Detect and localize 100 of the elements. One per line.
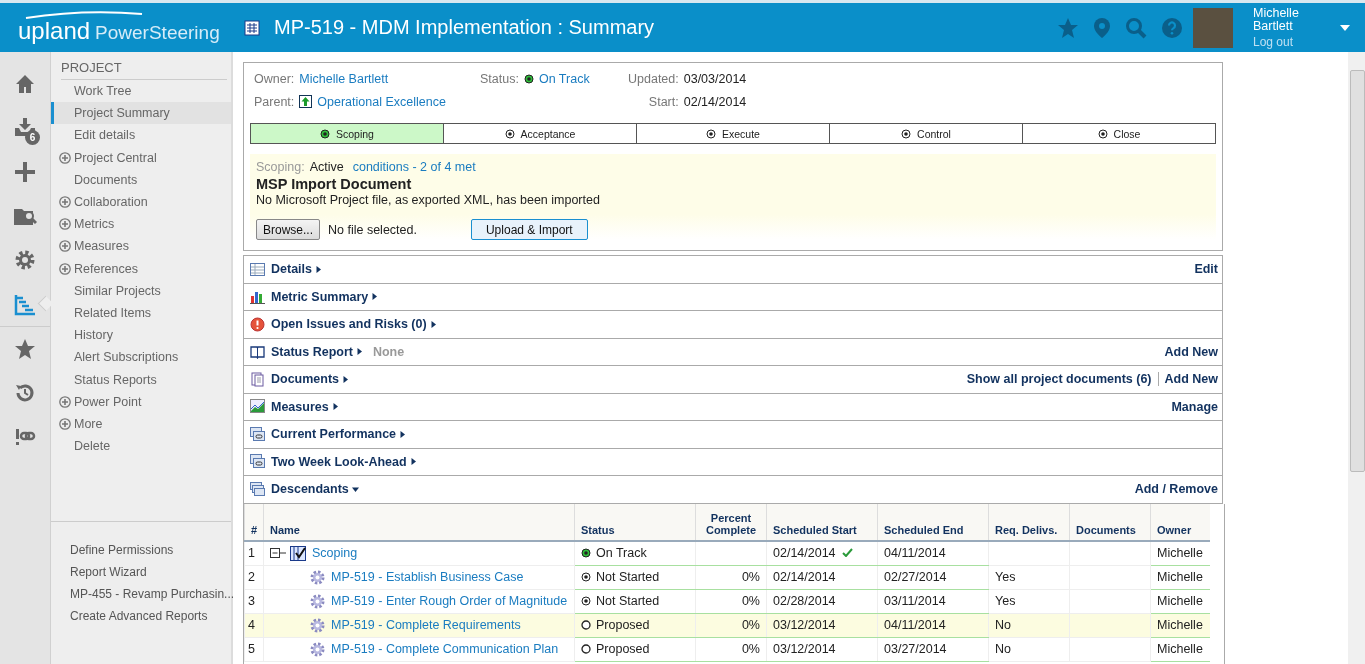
section-toggle[interactable]: Two Week Look-Ahead: [271, 454, 417, 469]
nav-item[interactable]: Status Reports: [51, 368, 231, 391]
nav-link[interactable]: Define Permissions: [70, 542, 231, 558]
nav-heading: PROJECT: [61, 58, 227, 80]
section-toggle[interactable]: Open Issues and Risks (0): [271, 317, 437, 332]
import-title: MSP Import Document: [256, 176, 413, 192]
nav-item[interactable]: Power Point: [51, 390, 231, 413]
table-row[interactable]: 2 MP-519 - Establish Business Case Not Started 0% 02/14/2014 02/27/2014 Yes Michelle: [244, 565, 1210, 589]
plus-icon[interactable]: [13, 160, 37, 184]
stacked-cards-icon: [250, 426, 265, 442]
table-row[interactable]: 4 MP-519 - Complete Requirements Proposed 0% 03/12/2014 04/11/2014 No Michelle: [244, 613, 1210, 637]
search-icon[interactable]: [1125, 16, 1147, 39]
nav-item[interactable]: More: [51, 412, 231, 435]
expand-plus-icon[interactable]: [59, 240, 71, 253]
item-link[interactable]: MP-519 - Complete Requirements: [331, 618, 521, 632]
nav-item[interactable]: Similar Projects: [51, 279, 231, 302]
expand-plus-icon[interactable]: [59, 196, 71, 209]
nav-item[interactable]: Documents: [51, 168, 231, 191]
column-header[interactable]: Status: [574, 503, 696, 541]
status-dot-icon: [523, 73, 534, 84]
caret-right-icon: [315, 265, 322, 273]
section-action-link[interactable]: Add New: [1157, 372, 1218, 387]
nav-item[interactable]: Alert Subscriptions: [51, 346, 231, 369]
tree-chart-icon[interactable]: [13, 292, 37, 316]
phase-tab[interactable]: Scoping: [251, 124, 443, 143]
section-action-link[interactable]: Edit: [1194, 262, 1218, 277]
column-header[interactable]: Name: [263, 503, 575, 541]
section-toggle[interactable]: Measures: [271, 399, 339, 414]
item-link[interactable]: MP-519 - Complete Communication Plan: [331, 642, 559, 656]
upload-button[interactable]: Upload & Import: [470, 219, 588, 240]
section-toggle[interactable]: Descendants: [271, 482, 359, 497]
line-chart-icon: [250, 399, 265, 415]
nav-item[interactable]: Delete: [51, 435, 231, 458]
conditions-link[interactable]: conditions - 2 of 4 met: [352, 160, 476, 174]
expand-plus-icon[interactable]: [59, 151, 71, 164]
column-header[interactable]: Scheduled Start: [766, 503, 878, 541]
nav-item[interactable]: Work Tree: [51, 80, 231, 103]
star-icon[interactable]: [13, 337, 37, 361]
table-row[interactable]: 1 Scoping On Track 02/14/2014 04/11/2014 Michelle: [244, 540, 1210, 565]
gear-icon: [310, 593, 325, 609]
table-row[interactable]: 3 MP-519 - Enter Rough Order of Magnitude Not Started 0% 02/28/2014 03/11/2014 Yes Michelle: [244, 589, 1210, 613]
column-header[interactable]: #: [244, 503, 264, 541]
scrollbar[interactable]: [1348, 52, 1365, 664]
nav-item[interactable]: Measures: [51, 235, 231, 258]
expand-plus-icon[interactable]: [59, 395, 71, 408]
nav-item[interactable]: Collaboration: [51, 190, 231, 214]
stacked-cards-icon: [250, 454, 265, 470]
status-link[interactable]: On Track: [538, 71, 590, 86]
table-cell: 1: [244, 540, 264, 565]
table-icon: [250, 261, 265, 277]
nav-item[interactable]: Edit details: [51, 124, 231, 147]
nav-item[interactable]: Related Items: [51, 301, 231, 325]
caret-icon[interactable]: [1339, 23, 1351, 32]
item-link[interactable]: MP-519 - Enter Rough Order of Magnitude: [331, 594, 568, 608]
target-icon: [1097, 128, 1108, 139]
column-header[interactable]: Percent Complete: [695, 503, 767, 541]
item-link[interactable]: Scoping: [312, 546, 358, 560]
section-action-link[interactable]: Add New: [1164, 344, 1218, 359]
column-header[interactable]: Documents: [1069, 503, 1151, 541]
nav-item[interactable]: History: [51, 324, 231, 347]
nav-item[interactable]: Project Central: [51, 146, 231, 169]
location-pin-icon[interactable]: [1093, 16, 1111, 39]
nav-link[interactable]: Create Advanced Reports: [70, 608, 231, 624]
book-icon: [250, 344, 265, 360]
section-toggle[interactable]: Documents: [271, 372, 350, 387]
table-cell: [695, 540, 767, 565]
nav-link[interactable]: MP-455 - Revamp Purchasin...: [70, 586, 231, 602]
table-row[interactable]: 5 MP-519 - Complete Communication Plan Proposed 0% 03/12/2014 03/27/2014 No Michelle: [244, 637, 1210, 661]
nav-item[interactable]: Metrics: [51, 213, 231, 236]
caret-right-icon: [355, 348, 363, 356]
settings-icon[interactable]: [13, 248, 37, 272]
column-header[interactable]: Scheduled End: [877, 503, 989, 541]
collapse-icon[interactable]: [270, 547, 286, 559]
section-action-link[interactable]: Add / Remove: [1134, 482, 1218, 497]
table-cell: 02/14/2014: [766, 565, 878, 589]
section-toggle[interactable]: Metric Summary: [271, 289, 379, 304]
section-toggle[interactable]: Current Performance: [271, 427, 407, 442]
parent-link[interactable]: Operational Excellence: [317, 94, 446, 109]
expand-plus-icon[interactable]: [59, 218, 71, 231]
owner-link[interactable]: Michelle Bartlett: [299, 71, 389, 86]
nav-item[interactable]: References: [51, 257, 231, 280]
browse-button[interactable]: Browse...: [256, 219, 320, 240]
section-action-link[interactable]: Show all project documents (6): [966, 372, 1152, 387]
scrollbar-thumb[interactable]: [1350, 70, 1365, 472]
nav-item[interactable]: Project Summary: [51, 102, 231, 125]
star-icon[interactable]: [1057, 16, 1079, 39]
field-label: Start:: [648, 94, 679, 109]
expand-plus-icon[interactable]: [59, 262, 71, 275]
column-header[interactable]: Owner: [1150, 503, 1210, 541]
logo[interactable]: upland PowerSteering: [0, 10, 230, 45]
help-icon[interactable]: [1161, 16, 1183, 39]
expand-plus-icon[interactable]: [59, 417, 71, 430]
section-action-link[interactable]: Manage: [1171, 399, 1218, 414]
nav-link[interactable]: Report Wizard: [70, 564, 231, 580]
item-link[interactable]: MP-519 - Establish Business Case: [331, 570, 524, 584]
section-toggle[interactable]: Status Report: [271, 344, 363, 359]
column-header[interactable]: Req. Delivs.: [988, 503, 1070, 541]
table-cell: 02/27/2014: [877, 565, 989, 589]
section-toggle[interactable]: Details: [271, 262, 322, 277]
avatar-photo[interactable]: [1193, 7, 1233, 48]
